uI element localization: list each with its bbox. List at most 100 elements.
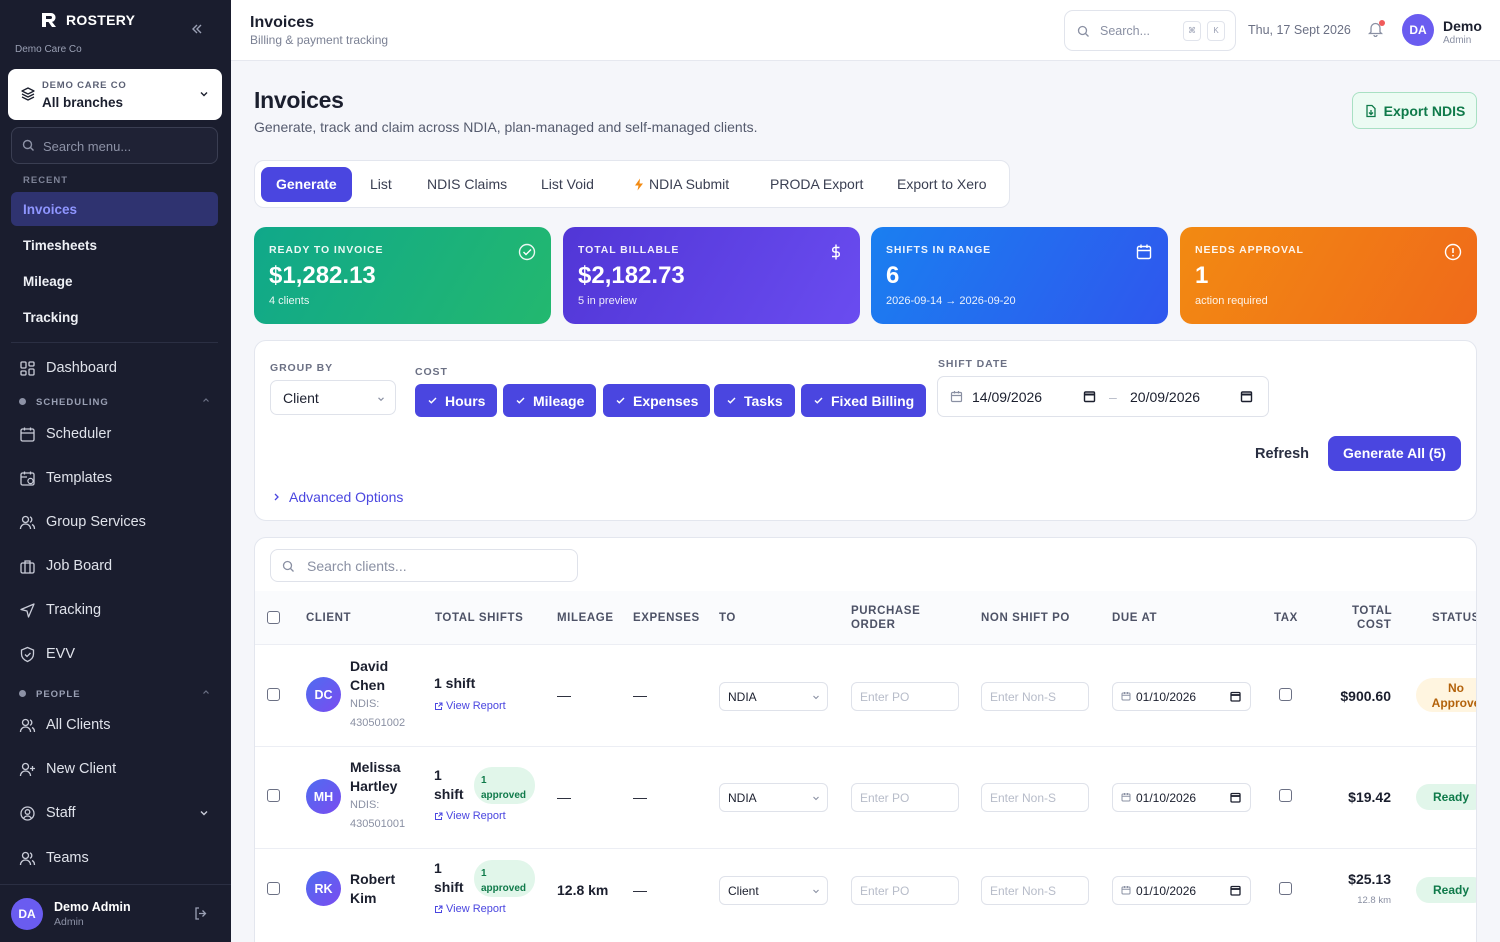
status-badge[interactable]: No Approve: [1416, 678, 1476, 712]
calendar-picker-icon[interactable]: [1240, 390, 1253, 403]
client-search[interactable]: Search clients...: [270, 549, 578, 582]
due-date-input[interactable]: 01/10/2026: [1112, 783, 1251, 812]
branch-selector[interactable]: DEMO CARE CO All branches: [8, 69, 222, 120]
export-ndis-button[interactable]: Export NDIS: [1352, 92, 1477, 129]
nav-scheduler[interactable]: Scheduler: [11, 416, 218, 452]
cost-chip-hours[interactable]: Hours: [415, 384, 498, 417]
tab-list[interactable]: List: [355, 167, 407, 202]
tab-ndia-submit[interactable]: NDIA Submit: [619, 167, 744, 202]
sidebar-user[interactable]: DA Demo Admin Admin: [0, 884, 231, 942]
view-report-link[interactable]: View Report: [434, 700, 506, 712]
shift-date-range[interactable]: 14/09/2026 – 20/09/2026: [937, 376, 1269, 417]
view-report-link[interactable]: View Report: [434, 903, 506, 915]
client-first-name[interactable]: Robert: [350, 870, 395, 889]
due-date-input[interactable]: 01/10/2026: [1112, 876, 1251, 905]
group-by-select[interactable]: Client: [270, 380, 396, 415]
nav-new-client[interactable]: New Client: [11, 751, 218, 787]
th-to[interactable]: TO: [719, 611, 736, 625]
nav-dashboard[interactable]: Dashboard: [11, 350, 218, 386]
status-badge[interactable]: Ready: [1416, 784, 1476, 810]
notifications-button[interactable]: [1368, 20, 1385, 37]
nav-group-services[interactable]: Group Services: [11, 504, 218, 540]
th-status[interactable]: STATUS: [1432, 611, 1476, 625]
refresh-button[interactable]: Refresh: [1255, 446, 1309, 462]
avatar[interactable]: DA: [1402, 14, 1434, 46]
chevron-up-icon[interactable]: [201, 395, 211, 405]
client-last-name[interactable]: Kim: [350, 889, 376, 908]
tab-ndis-claims[interactable]: NDIS Claims: [412, 167, 522, 202]
th-due-at[interactable]: DUE AT: [1112, 611, 1157, 625]
select-all-checkbox[interactable]: [267, 611, 280, 624]
logout-icon[interactable]: [193, 906, 208, 921]
client-first-name[interactable]: Melissa: [350, 758, 401, 777]
bill-to-select[interactable]: Client: [719, 876, 828, 905]
global-search[interactable]: Search... ⌘ K: [1064, 10, 1236, 51]
tab-generate[interactable]: Generate: [261, 167, 352, 202]
purchase-order-input[interactable]: Enter PO: [851, 876, 959, 905]
th-total-cost-1[interactable]: TOTAL: [1352, 604, 1392, 618]
th-non-shift-po[interactable]: NON SHIFT PO: [981, 611, 1070, 625]
client-last-name[interactable]: Chen: [350, 676, 385, 695]
advanced-options-toggle[interactable]: Advanced Options: [272, 489, 403, 505]
collapse-sidebar-button[interactable]: [190, 22, 204, 36]
ndis-number: 430501001: [350, 818, 406, 830]
non-shift-po-input[interactable]: Enter Non-S: [981, 682, 1089, 711]
sidebar-search[interactable]: [11, 127, 218, 164]
purchase-order-input[interactable]: Enter PO: [851, 783, 959, 812]
row-checkbox[interactable]: [267, 789, 280, 802]
client-last-name[interactable]: Hartley: [350, 777, 397, 796]
recent-item-invoices[interactable]: Invoices: [11, 192, 218, 226]
generate-all-button[interactable]: Generate All (5): [1328, 436, 1461, 471]
row-checkbox[interactable]: [267, 688, 280, 701]
purchase-order-input[interactable]: Enter PO: [851, 682, 959, 711]
recent-item-timesheets[interactable]: Timesheets: [11, 228, 218, 262]
chevron-up-icon[interactable]: [201, 687, 211, 697]
nav-templates[interactable]: Templates: [11, 460, 218, 496]
cost-chip-expenses[interactable]: Expenses: [603, 384, 711, 417]
due-date-input[interactable]: 01/10/2026: [1112, 682, 1251, 711]
tab-export-xero[interactable]: Export to Xero: [882, 167, 1002, 202]
date-from-value[interactable]: 14/09/2026: [972, 389, 1042, 405]
date-to-value[interactable]: 20/09/2026: [1130, 389, 1200, 405]
th-purchase-order-2[interactable]: ORDER: [851, 618, 896, 632]
table-row[interactable]: DC David Chen NDIS: 430501002 1 shift Vi…: [255, 646, 1476, 747]
table-row[interactable]: MH Melissa Hartley NDIS: 430501001 1 shi…: [255, 747, 1476, 849]
recent-item-tracking[interactable]: Tracking: [11, 300, 218, 334]
non-shift-po-input[interactable]: Enter Non-S: [981, 876, 1089, 905]
th-purchase-order-1[interactable]: PURCHASE: [851, 604, 920, 618]
th-mileage[interactable]: MILEAGE: [557, 611, 614, 625]
recent-item-mileage[interactable]: Mileage: [11, 264, 218, 298]
th-total-cost-2[interactable]: COST: [1357, 618, 1391, 632]
th-expenses[interactable]: EXPENSES: [633, 611, 700, 625]
cost-chip-mileage[interactable]: Mileage: [503, 384, 597, 417]
tab-list-void[interactable]: List Void: [526, 167, 609, 202]
nav-all-clients[interactable]: All Clients: [11, 707, 218, 743]
row-checkbox[interactable]: [267, 882, 280, 895]
nav-staff[interactable]: Staff: [11, 795, 218, 831]
nav-evv[interactable]: EVV: [11, 636, 218, 672]
client-first-name[interactable]: David: [350, 657, 388, 676]
nav-job-board[interactable]: Job Board: [11, 548, 218, 584]
cost-chip-fixed-billing[interactable]: Fixed Billing: [801, 384, 927, 417]
calendar-picker-icon[interactable]: [1230, 792, 1241, 803]
tab-proda-export[interactable]: PRODA Export: [755, 167, 878, 202]
bill-to-select[interactable]: NDIA: [719, 783, 828, 812]
calendar-picker-icon[interactable]: [1230, 691, 1241, 702]
chevrons-left-icon: [192, 24, 202, 34]
bill-to-select[interactable]: NDIA: [719, 682, 828, 711]
calendar-picker-icon[interactable]: [1083, 390, 1096, 403]
sidebar-search-input[interactable]: [43, 136, 208, 156]
view-report-link[interactable]: View Report: [434, 810, 506, 822]
th-client[interactable]: CLIENT: [306, 611, 351, 625]
nav-teams[interactable]: Teams: [11, 840, 218, 876]
th-total-shifts[interactable]: TOTAL SHIFTS: [435, 611, 523, 625]
non-shift-po-input[interactable]: Enter Non-S: [981, 783, 1089, 812]
status-badge[interactable]: Ready: [1416, 877, 1476, 903]
cost-chip-tasks[interactable]: Tasks: [714, 384, 795, 417]
brand-logo[interactable]: ROSTERY: [40, 12, 135, 28]
nav-tracking[interactable]: Tracking: [11, 592, 218, 628]
th-tax[interactable]: TAX: [1274, 611, 1298, 625]
table-row[interactable]: RK Robert Kim 1 shift 1 approved View Re…: [255, 849, 1476, 939]
calendar-picker-icon[interactable]: [1230, 885, 1241, 896]
briefcase-icon: [20, 559, 35, 574]
